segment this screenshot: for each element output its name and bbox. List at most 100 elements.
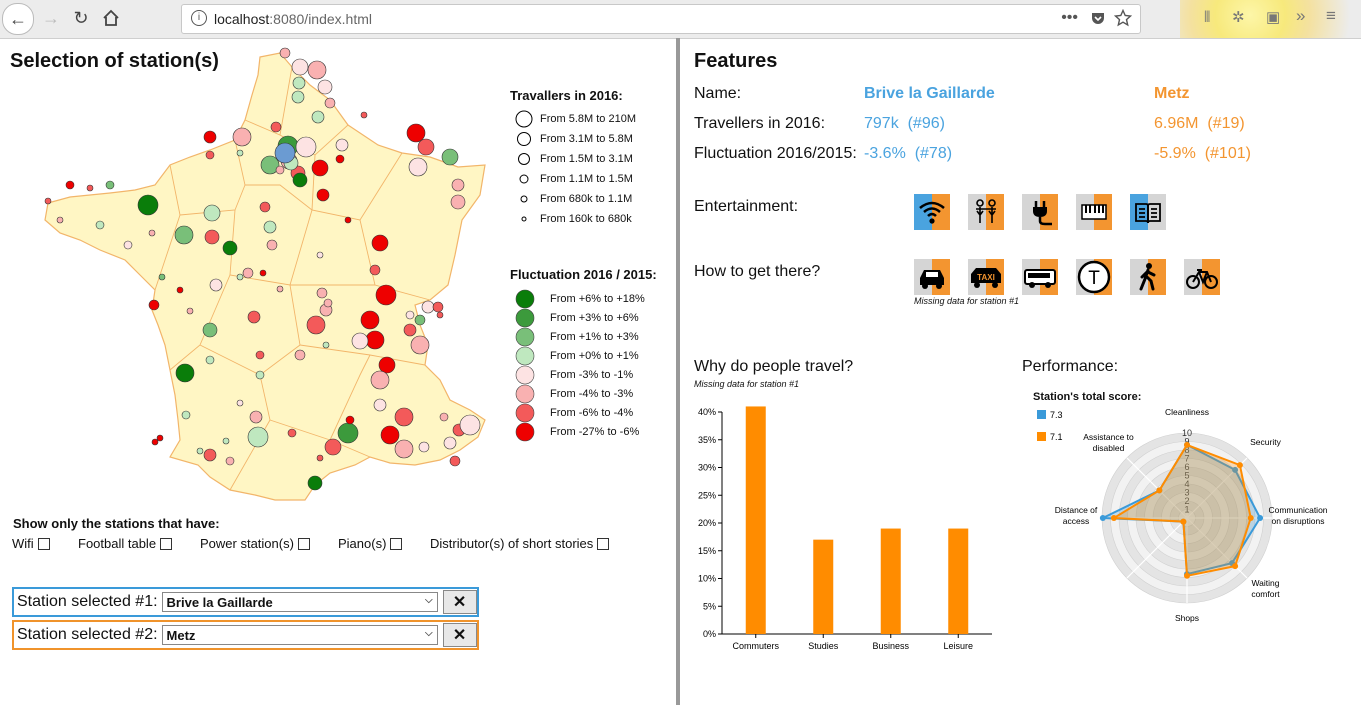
station-marker[interactable] (380, 425, 400, 445)
clear-station-1-button[interactable]: ✕ (442, 590, 477, 614)
station-marker[interactable] (158, 273, 166, 281)
pocket-icon[interactable] (1090, 10, 1106, 26)
station-marker[interactable] (287, 428, 297, 438)
station-marker[interactable] (294, 349, 306, 361)
station-marker[interactable] (222, 437, 230, 445)
sidebar-icon[interactable]: ▣ (1266, 8, 1280, 26)
station-marker[interactable] (317, 79, 333, 95)
station-marker[interactable] (323, 298, 333, 308)
station-marker[interactable] (86, 184, 94, 192)
station-marker[interactable] (418, 441, 430, 453)
station-marker[interactable] (316, 287, 328, 299)
back-button[interactable]: ← (2, 3, 34, 35)
station-marker[interactable] (156, 434, 164, 442)
station-marker[interactable] (394, 407, 414, 427)
station-marker[interactable] (203, 448, 217, 462)
station-marker[interactable] (344, 216, 352, 224)
station-marker[interactable] (403, 323, 417, 337)
station-marker[interactable] (441, 148, 459, 166)
station-marker[interactable] (371, 234, 389, 252)
station-marker[interactable] (307, 60, 327, 80)
home-button[interactable] (98, 5, 124, 31)
station-marker[interactable] (259, 269, 267, 277)
station-marker[interactable] (242, 267, 254, 279)
forward-button[interactable]: → (38, 5, 64, 31)
station-marker[interactable] (236, 399, 244, 407)
station-select-2[interactable]: Metz ⌵ (161, 625, 438, 645)
url-bar[interactable]: i localhost:8080/index.html ••• (181, 4, 1141, 34)
station-marker[interactable] (316, 454, 324, 462)
station-marker[interactable] (123, 240, 133, 250)
station-select-1[interactable]: Brive la Gaillarde ⌵ (161, 592, 438, 612)
station-marker[interactable] (408, 157, 428, 177)
page-actions-icon[interactable]: ••• (1061, 9, 1078, 27)
station-marker[interactable] (360, 111, 368, 119)
filter-football-table[interactable]: Football table (78, 536, 173, 551)
station-marker[interactable] (459, 414, 481, 436)
clear-station-2-button[interactable]: ✕ (442, 623, 477, 647)
station-marker[interactable] (196, 447, 204, 455)
station-marker[interactable] (292, 172, 308, 188)
station-marker[interactable] (270, 121, 282, 133)
station-marker[interactable] (175, 363, 195, 383)
station-marker[interactable] (316, 188, 330, 202)
station-marker[interactable] (324, 438, 342, 456)
station-marker[interactable] (414, 314, 426, 326)
station-marker[interactable] (236, 273, 244, 281)
station-marker[interactable] (360, 310, 380, 330)
filter-wifi-checkbox[interactable] (37, 537, 50, 550)
station-marker[interactable] (316, 251, 324, 259)
station-marker[interactable] (204, 229, 220, 245)
station-marker[interactable] (436, 311, 444, 319)
station-marker[interactable] (295, 136, 317, 158)
station-marker[interactable] (275, 165, 285, 175)
station-marker[interactable] (44, 197, 52, 205)
station-marker[interactable] (137, 194, 159, 216)
station-marker[interactable] (148, 299, 160, 311)
library-icon[interactable]: ⫴ (1204, 9, 1210, 26)
station-marker[interactable] (370, 370, 390, 390)
station-marker[interactable] (439, 412, 449, 422)
station-marker[interactable] (202, 322, 218, 338)
station-marker[interactable] (335, 138, 349, 152)
station-marker[interactable] (345, 415, 355, 425)
station-marker[interactable] (311, 110, 325, 124)
station-marker[interactable] (335, 154, 345, 164)
station-marker[interactable] (263, 220, 277, 234)
station-marker[interactable] (443, 436, 457, 450)
france-map[interactable] (30, 45, 490, 505)
station-marker[interactable] (378, 356, 396, 374)
bookmark-star-icon[interactable] (1114, 9, 1132, 27)
station-marker[interactable] (176, 286, 184, 294)
station-marker[interactable] (236, 149, 244, 157)
station-marker[interactable] (292, 76, 306, 90)
station-marker[interactable] (369, 264, 381, 276)
station-marker[interactable] (306, 315, 326, 335)
station-marker[interactable] (324, 97, 336, 109)
station-marker[interactable] (255, 370, 265, 380)
menu-icon[interactable]: ≡ (1326, 6, 1336, 26)
station-marker[interactable] (203, 204, 221, 222)
station-marker[interactable] (307, 475, 323, 491)
station-marker[interactable] (291, 58, 309, 76)
station-marker[interactable] (186, 307, 194, 315)
station-marker[interactable] (291, 90, 305, 104)
filter-piano[interactable]: Piano(s) (338, 536, 403, 551)
station-marker[interactable] (276, 285, 284, 293)
station-marker[interactable] (375, 284, 397, 306)
station-marker[interactable] (279, 47, 291, 59)
station-marker[interactable] (421, 300, 435, 314)
station-marker[interactable] (311, 159, 329, 177)
station-marker[interactable] (209, 278, 223, 292)
station-marker[interactable] (232, 127, 252, 147)
station-marker[interactable] (255, 350, 265, 360)
station-marker[interactable] (259, 201, 271, 213)
station-marker[interactable] (56, 216, 64, 224)
station-marker[interactable] (174, 225, 194, 245)
station-marker[interactable] (417, 138, 435, 156)
station-marker[interactable] (451, 178, 465, 192)
extension-icon[interactable]: ✲ (1232, 8, 1245, 26)
filter-wifi[interactable]: Wifi (12, 536, 50, 551)
station-marker[interactable] (105, 180, 115, 190)
station-marker[interactable] (322, 341, 330, 349)
